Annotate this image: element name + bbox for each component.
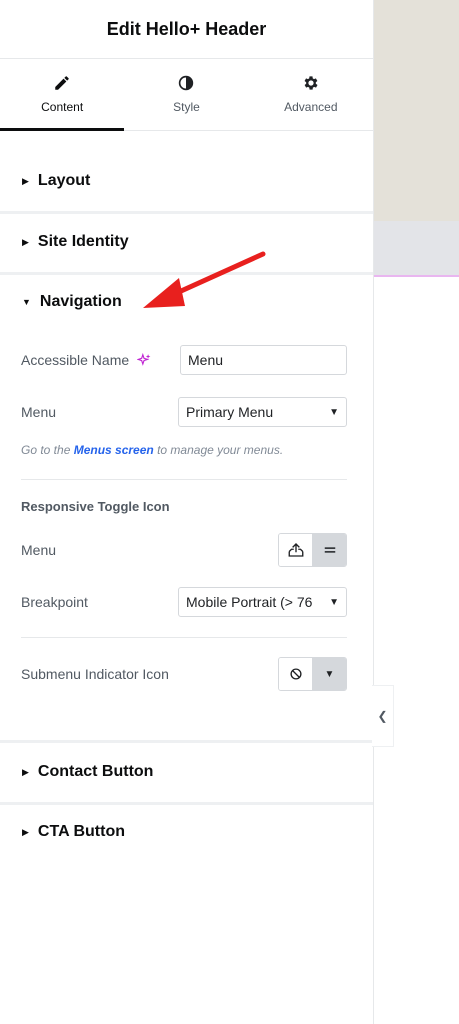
submenu-indicator-choices: ▼ bbox=[278, 657, 347, 691]
tab-advanced-label: Advanced bbox=[284, 100, 338, 114]
section-cta-button-toggle[interactable]: ▶ CTA Button bbox=[0, 802, 373, 862]
section-layout-title: Layout bbox=[37, 172, 91, 189]
tab-content-label: Content bbox=[41, 100, 84, 114]
menu-label: Menu bbox=[21, 404, 57, 420]
breakpoint-select-value: Mobile Portrait (> 76 bbox=[186, 594, 313, 610]
menus-hint-prefix: Go to the bbox=[21, 443, 74, 457]
ai-sparkle-icon[interactable] bbox=[137, 353, 151, 367]
preview-canvas-top bbox=[374, 0, 459, 221]
caret-right-icon: ▶ bbox=[22, 175, 29, 186]
none-icon-choice[interactable] bbox=[279, 658, 312, 690]
breakpoint-label: Breakpoint bbox=[21, 594, 88, 610]
accessible-name-input[interactable] bbox=[180, 345, 347, 375]
tab-style-label: Style bbox=[173, 100, 200, 114]
divider bbox=[21, 479, 347, 480]
dropdown-arrow-icon: ▼ bbox=[329, 406, 339, 418]
section-site-identity-title: Site Identity bbox=[37, 233, 129, 250]
section-cta-button-title: CTA Button bbox=[37, 823, 125, 840]
caret-right-icon: ▶ bbox=[22, 236, 29, 247]
responsive-toggle-heading: Responsive Toggle Icon bbox=[21, 499, 170, 514]
menus-hint-suffix: to manage your menus. bbox=[153, 443, 284, 457]
accessible-name-label-wrap: Accessible Name bbox=[21, 352, 151, 368]
tab-advanced[interactable]: Advanced bbox=[249, 58, 373, 130]
upload-icon-choice[interactable] bbox=[279, 534, 312, 566]
section-layout-toggle[interactable]: ▶ Layout bbox=[0, 151, 373, 211]
section-navigation-title: Navigation bbox=[39, 293, 122, 310]
section-contact-button: ▶ Contact Button bbox=[0, 742, 373, 805]
panel-header: Edit Hello+ Header bbox=[0, 0, 373, 59]
submenu-indicator-row: Submenu Indicator Icon ▼ bbox=[21, 657, 347, 691]
divider bbox=[21, 637, 347, 638]
upload-icon bbox=[288, 543, 303, 557]
toggle-icon-row: Menu bbox=[21, 533, 347, 567]
panel-tabs: Content Style Advanced bbox=[0, 58, 373, 131]
hamburger-icon-choice[interactable] bbox=[312, 534, 346, 566]
menus-screen-link[interactable]: Menus screen bbox=[74, 443, 154, 457]
caret-right-icon: ▶ bbox=[22, 766, 29, 777]
half-circle-icon bbox=[179, 75, 194, 91]
caret-right-icon: ▶ bbox=[22, 826, 29, 837]
breakpoint-row: Breakpoint Mobile Portrait (> 76 ▼ bbox=[21, 586, 347, 618]
caret-down-icon: ▼ bbox=[22, 297, 31, 307]
caret-down-icon: ▼ bbox=[324, 668, 335, 680]
pencil-icon bbox=[55, 76, 69, 90]
section-contact-button-toggle[interactable]: ▶ Contact Button bbox=[0, 742, 373, 802]
section-site-identity: ▶ Site Identity bbox=[0, 212, 373, 275]
section-layout: ▶ Layout bbox=[0, 151, 373, 214]
ban-icon bbox=[289, 668, 302, 680]
breakpoint-select[interactable]: Mobile Portrait (> 76 ▼ bbox=[178, 587, 347, 617]
editor-panel: Edit Hello+ Header Content Style Advance… bbox=[0, 0, 374, 1024]
section-site-identity-toggle[interactable]: ▶ Site Identity bbox=[0, 212, 373, 272]
dropdown-arrow-icon: ▼ bbox=[329, 596, 339, 608]
collapse-panel-button[interactable]: ❮ bbox=[372, 685, 394, 747]
section-cta-button: ▶ CTA Button bbox=[0, 802, 373, 862]
hamburger-icon bbox=[324, 547, 335, 553]
caret-icon-choice[interactable]: ▼ bbox=[312, 658, 346, 690]
section-navigation-toggle[interactable]: ▼ Navigation bbox=[0, 272, 373, 332]
menu-select-value: Primary Menu bbox=[186, 404, 274, 420]
menus-hint: Go to the Menus screen to manage your me… bbox=[21, 443, 283, 457]
menu-select[interactable]: Primary Menu ▼ bbox=[178, 397, 347, 427]
gear-icon bbox=[304, 76, 318, 90]
tab-content[interactable]: Content bbox=[0, 58, 125, 131]
tab-style[interactable]: Style bbox=[124, 58, 248, 130]
submenu-indicator-label: Submenu Indicator Icon bbox=[21, 666, 169, 682]
panel-title: Edit Hello+ Header bbox=[106, 18, 267, 39]
accessible-name-row: Accessible Name bbox=[21, 344, 347, 376]
chevron-left-icon: ❮ bbox=[377, 709, 388, 723]
accessible-name-label: Accessible Name bbox=[21, 352, 130, 368]
menu-select-row: Menu Primary Menu ▼ bbox=[21, 396, 347, 428]
toggle-menu-label: Menu bbox=[21, 542, 57, 558]
section-contact-button-title: Contact Button bbox=[37, 763, 154, 780]
preview-canvas-header-strip bbox=[374, 221, 459, 277]
toggle-icon-choices bbox=[278, 533, 347, 567]
